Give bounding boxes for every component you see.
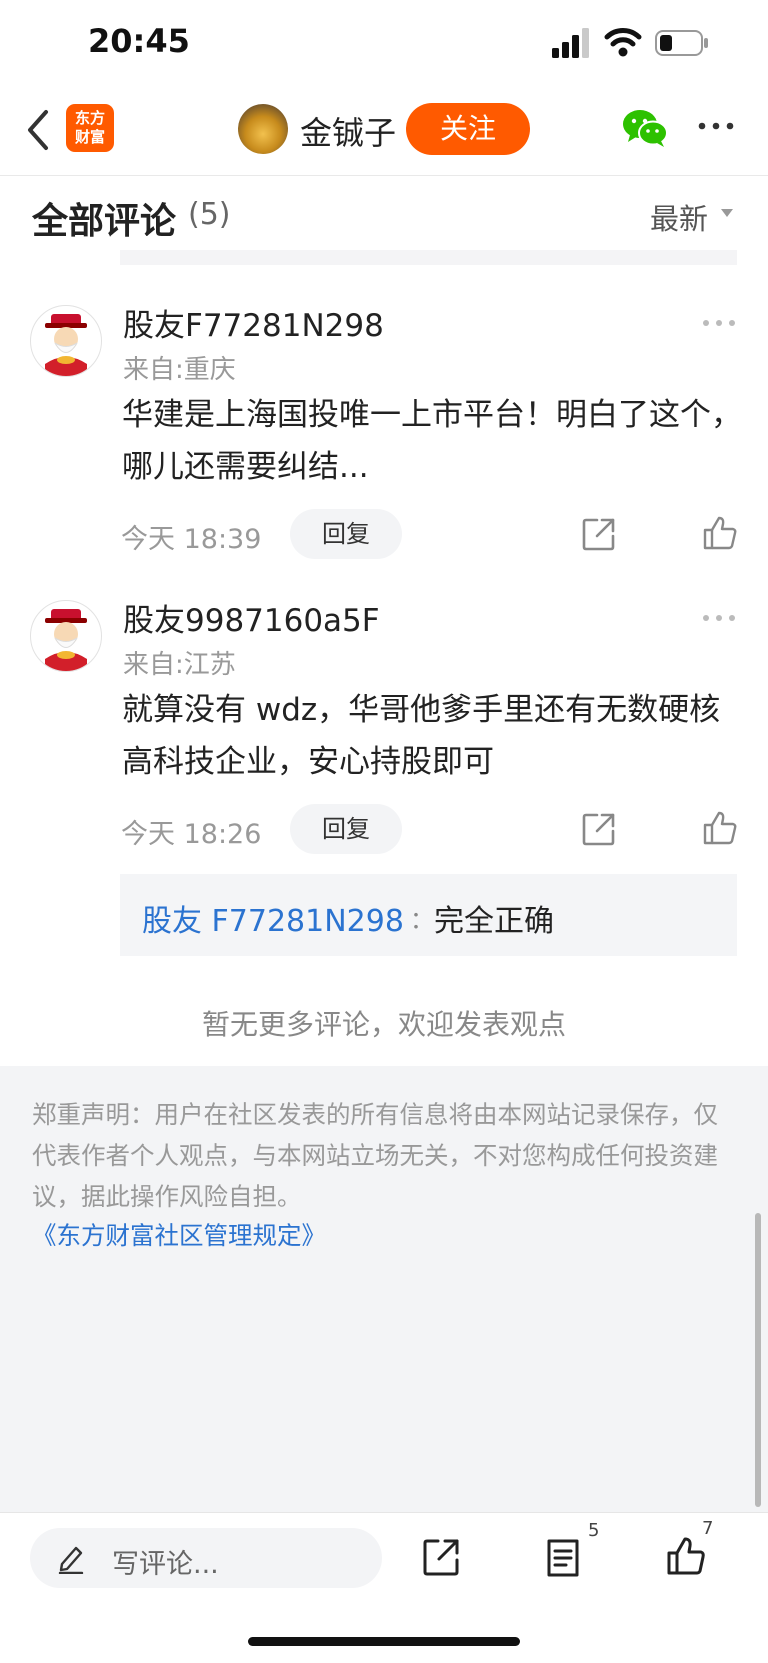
wechat-icon[interactable] — [622, 108, 668, 148]
more-options-icon[interactable] — [698, 118, 734, 134]
logo-text-line2: 财富 — [74, 128, 105, 146]
previous-item-edge — [120, 250, 737, 265]
comments-title: 全部评论 — [32, 201, 177, 242]
eastmoney-logo[interactable]: 东方 财富 — [66, 104, 114, 152]
comment-location: 来自:江苏 — [123, 650, 236, 680]
scrollbar[interactable] — [755, 1213, 761, 1507]
sub-reply-username[interactable]: 股友 F77281N298 — [142, 896, 404, 940]
cellular-signal-icon — [552, 28, 589, 58]
comment-location: 来自:重庆 — [123, 355, 236, 385]
comment-username[interactable]: 股友F77281N298 — [123, 300, 384, 345]
comment-list-icon[interactable] — [544, 1538, 582, 1578]
comment-avatar[interactable] — [30, 305, 102, 377]
home-indicator — [248, 1637, 520, 1646]
comment-more-icon[interactable] — [702, 613, 736, 623]
like-icon[interactable] — [702, 810, 738, 846]
author-nickname[interactable]: 金铖子 — [300, 108, 396, 154]
status-time: 20:45 — [88, 22, 190, 60]
follow-button[interactable]: 关注 — [406, 103, 530, 155]
like-icon[interactable] — [702, 515, 738, 551]
comment-text: 就算没有 wdz，华哥他爹手里还有无数硬核高科技企业，安心持股即可 — [122, 692, 721, 780]
no-more-comments: 暂无更多评论，欢迎发表观点 — [201, 1008, 566, 1041]
logo-text-line1: 东方 — [74, 109, 105, 127]
caret-down-icon[interactable] — [720, 208, 734, 218]
like-icon[interactable] — [666, 1536, 706, 1576]
comment-avatar[interactable] — [30, 600, 102, 672]
bottom-bar-divider — [0, 1512, 768, 1513]
comment-username[interactable]: 股友9987160a5F — [123, 595, 380, 640]
comment-text: 华建是上海国投唯一上市平台！明白了这个，哪儿还需要纠结... — [122, 397, 742, 485]
disclaimer-text: 郑重声明：用户在社区发表的所有信息将由本网站记录保存，仅代表作者个人观点，与本网… — [32, 1100, 718, 1211]
wifi-icon — [604, 28, 642, 57]
share-icon[interactable] — [582, 517, 616, 551]
community-rules-link[interactable]: 《东方财富社区管理规定》 — [32, 1217, 326, 1252]
comment-time: 今天 18:26 — [121, 819, 262, 850]
back-chevron-icon[interactable] — [22, 108, 54, 152]
reply-button[interactable]: 回复 — [290, 509, 402, 559]
share-icon[interactable] — [582, 812, 616, 846]
sub-reply-colon: ： — [410, 906, 434, 934]
comment-count-badge: 5 — [588, 1520, 600, 1541]
like-count-badge: 7 — [702, 1518, 714, 1539]
comment-more-icon[interactable] — [702, 318, 736, 328]
comment-input-placeholder[interactable]: 写评论... — [112, 1542, 219, 1581]
fortune-god-avatar-icon — [45, 609, 87, 671]
comments-count: (5) — [188, 197, 231, 232]
nav-divider — [0, 175, 768, 176]
sub-reply-text: 完全正确 — [434, 904, 554, 939]
pencil-icon — [58, 1546, 84, 1574]
comment-time: 今天 18:39 — [121, 524, 262, 555]
share-icon[interactable] — [422, 1538, 460, 1576]
fortune-god-avatar-icon — [45, 314, 87, 376]
battery-icon — [655, 30, 708, 56]
author-avatar[interactable] — [238, 104, 288, 154]
reply-button[interactable]: 回复 — [290, 804, 402, 854]
sort-selector[interactable]: 最新 — [650, 196, 708, 238]
